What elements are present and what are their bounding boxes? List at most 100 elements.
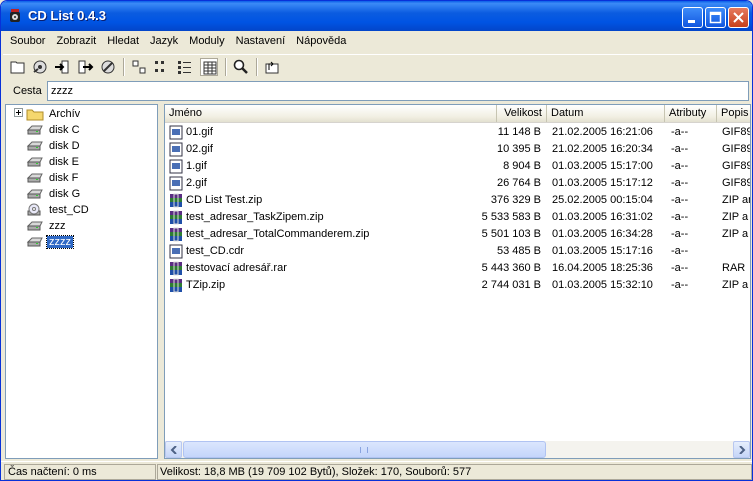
file-attributes: -a--	[671, 160, 689, 172]
small-icons-icon	[155, 61, 164, 72]
column-header-name[interactable]: Jméno	[165, 105, 497, 122]
close-button[interactable]	[728, 7, 749, 28]
menu-nastaveni[interactable]: Nastavení	[231, 32, 292, 52]
image-file-icon	[169, 159, 183, 174]
menu-jazyk[interactable]: Jazyk	[145, 32, 184, 52]
scroll-right-button[interactable]	[733, 441, 750, 458]
tree-node-label: test_CD	[49, 204, 89, 216]
scrollbar-thumb[interactable]	[183, 441, 546, 458]
file-attributes: -a--	[671, 143, 689, 155]
drive-icon	[26, 125, 43, 135]
menu-soubor[interactable]: Soubor	[5, 32, 51, 52]
table-row[interactable]: test_adresar_TaskZipem.zip 5 533 583 B 0…	[165, 209, 750, 226]
scroll-left-button[interactable]	[165, 441, 182, 458]
tree-node-label: Archív	[49, 108, 81, 120]
file-description: GIF89	[722, 126, 751, 138]
drive-icon	[26, 237, 43, 247]
file-list: Jméno Velikost Datum Atributy Popis 01.g…	[164, 104, 751, 459]
tree-node-disk-c[interactable]: disk C	[26, 122, 82, 138]
title-bar[interactable]: CD List 0.4.3	[1, 1, 752, 31]
tree-node-disk-e[interactable]: disk E	[26, 154, 81, 170]
tree-node-label: disk G	[49, 188, 81, 200]
table-row[interactable]: TZip.zip 2 744 031 B 01.03.2005 15:32:10…	[165, 277, 750, 294]
file-date: 21.02.2005 16:20:34	[552, 143, 653, 155]
tree-node-test-cd[interactable]: test_CD	[26, 202, 91, 218]
image-file-icon	[169, 125, 183, 140]
table-row[interactable]: CD List Test.zip 376 329 B 25.02.2005 00…	[165, 192, 751, 209]
delete-disk-button[interactable]	[99, 58, 117, 76]
import-icon	[55, 60, 69, 74]
pane-splitter[interactable]	[159, 104, 163, 459]
minimize-button[interactable]	[682, 7, 703, 28]
file-description: ZIP a	[722, 211, 749, 223]
view-details-button[interactable]	[200, 58, 218, 76]
table-row[interactable]: 02.gif 10 395 B 21.02.2005 16:20:34 -a--…	[165, 141, 750, 158]
view-small-icons-button[interactable]	[153, 58, 171, 76]
delete-disk-icon	[101, 60, 115, 74]
menu-hledat[interactable]: Hledat	[102, 32, 145, 52]
new-catalog-button[interactable]	[9, 58, 27, 76]
disk-tree[interactable]: Archív disk C disk D disk E disk F disk …	[5, 104, 158, 459]
tree-node-zzz[interactable]: zzz	[26, 218, 68, 234]
large-icons-icon	[132, 60, 146, 74]
scan-disk-button[interactable]	[31, 58, 49, 76]
archive-file-icon	[170, 227, 182, 242]
menu-moduly[interactable]: Moduly	[184, 32, 230, 52]
column-header-attributes[interactable]: Atributy	[665, 105, 717, 122]
file-date: 01.03.2005 16:34:28	[552, 228, 653, 240]
tree-expand-toggle[interactable]	[14, 108, 23, 117]
tree-node-archiv[interactable]: Archív	[26, 106, 82, 122]
image-file-icon	[169, 244, 183, 259]
import-button[interactable]	[53, 58, 71, 76]
up-folder-button[interactable]	[263, 58, 281, 76]
table-row[interactable]: 1.gif 8 904 B 01.03.2005 15:17:00 -a-- G…	[165, 158, 750, 175]
horizontal-scrollbar[interactable]	[165, 441, 750, 458]
table-row[interactable]: 2.gif 26 764 B 01.03.2005 15:17:12 -a-- …	[165, 175, 750, 192]
menu-napoveda[interactable]: Nápověda	[291, 32, 352, 52]
menu-zobrazit[interactable]: Zobrazit	[51, 32, 102, 52]
path-input[interactable]	[47, 81, 749, 101]
archive-file-icon	[170, 278, 182, 293]
status-bar: Čas načtení: 0 ms Velikost: 18,8 MB (19 …	[1, 461, 752, 480]
file-description	[722, 243, 750, 260]
file-size: 376 329 B	[490, 194, 541, 206]
view-large-icons-button[interactable]	[130, 58, 148, 76]
view-list-button[interactable]	[176, 58, 194, 76]
table-row[interactable]: 01.gif 11 148 B 21.02.2005 16:21:06 -a--…	[165, 124, 751, 141]
search-button[interactable]	[232, 58, 250, 76]
file-size: 5 501 103 B	[481, 228, 541, 240]
file-description: ZIP ar	[722, 194, 751, 206]
tree-node-disk-f[interactable]: disk F	[26, 170, 80, 186]
file-attributes: -a--	[671, 279, 689, 291]
column-header-size[interactable]: Velikost	[497, 105, 547, 122]
export-button[interactable]	[76, 58, 94, 76]
table-row[interactable]: test_CD.cdr 53 485 B 01.03.2005 15:17:16…	[165, 243, 750, 260]
file-name: TZip.zip	[186, 279, 226, 291]
file-date: 01.03.2005 15:17:16	[552, 245, 653, 257]
column-header-description[interactable]: Popis	[717, 105, 750, 122]
folder-icon	[26, 109, 44, 121]
column-header-date[interactable]: Datum	[547, 105, 665, 122]
up-folder-icon	[265, 61, 279, 74]
file-name: test_CD.cdr	[186, 245, 245, 257]
tree-node-zzzz[interactable]: zzzz	[26, 234, 74, 250]
search-icon	[233, 59, 248, 74]
file-name: test_adresar_TotalCommanderem.zip	[186, 228, 370, 240]
tree-node-disk-d[interactable]: disk D	[26, 138, 82, 154]
file-name: testovací adresář.rar	[186, 262, 287, 274]
tree-node-disk-g[interactable]: disk G	[26, 186, 82, 202]
file-attributes: -a--	[671, 245, 689, 257]
file-size: 10 395 B	[496, 143, 541, 155]
file-attributes: -a--	[671, 262, 689, 274]
tree-node-label: disk C	[49, 124, 80, 136]
table-row[interactable]: test_adresar_TotalCommanderem.zip 5 501 …	[165, 226, 750, 243]
table-row[interactable]: testovací adresář.rar 5 443 360 B 16.04.…	[165, 260, 750, 277]
maximize-button[interactable]	[705, 7, 726, 28]
file-size: 11 148 B	[497, 126, 541, 138]
path-row: Cesta	[1, 80, 752, 102]
file-description: ZIP a	[722, 279, 749, 291]
new-file-icon	[10, 61, 25, 74]
disk-scan-icon	[33, 60, 47, 74]
file-date: 21.02.2005 16:21:06	[552, 126, 653, 138]
drive-icon	[26, 141, 43, 151]
